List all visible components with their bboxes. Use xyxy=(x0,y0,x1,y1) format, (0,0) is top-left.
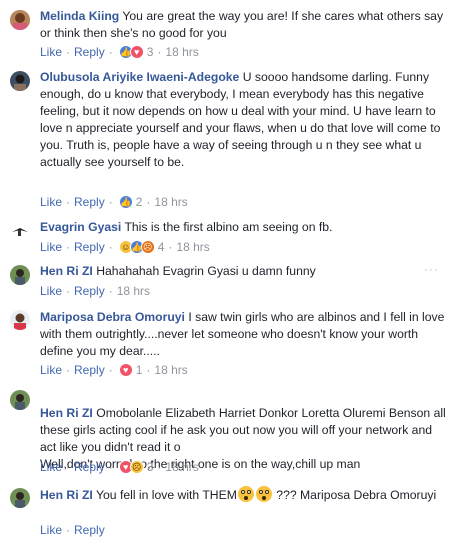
commenter-name[interactable]: Evagrin Gyasi xyxy=(40,220,121,234)
separator: · xyxy=(168,240,173,254)
reply-link[interactable]: Reply xyxy=(74,195,105,209)
commenter-name[interactable]: Hen Ri ZI xyxy=(40,488,93,502)
separator: · xyxy=(108,363,113,377)
separator: · xyxy=(146,195,151,209)
like-link[interactable]: Like xyxy=(40,45,62,59)
reaction-count: 3 xyxy=(146,460,154,474)
timestamp[interactable]: 18 hrs xyxy=(154,195,187,209)
commenter-name[interactable]: Hen Ri ZI xyxy=(40,406,93,420)
comment-text-continued: ??? Mariposa Debra Omoruyi xyxy=(272,488,437,502)
separator: · xyxy=(108,45,113,59)
separator: · xyxy=(108,460,113,474)
reply-link[interactable]: Reply xyxy=(74,460,105,474)
separator: · xyxy=(66,195,71,209)
reaction-count: 1 xyxy=(135,363,143,377)
separator: · xyxy=(157,460,162,474)
like-link[interactable]: Like xyxy=(40,460,62,474)
avatar[interactable] xyxy=(10,71,30,91)
reaction-count: 4 xyxy=(157,240,165,254)
separator: · xyxy=(146,363,151,377)
separator: · xyxy=(66,460,71,474)
separator: · xyxy=(66,45,71,59)
timestamp[interactable]: 18 hrs xyxy=(165,45,198,59)
comment-text: U soooo handsome darling. Funny enough, … xyxy=(40,70,441,169)
love-icon: ♥ xyxy=(129,45,144,59)
comment-text: You fell in love with THEM xyxy=(92,488,237,502)
reactions-summary[interactable]: ♥ ☹ 3 xyxy=(118,460,154,474)
reactions-summary[interactable]: ☺ 👍 ☹ 4 xyxy=(118,240,165,254)
avatar[interactable] xyxy=(10,310,30,330)
timestamp[interactable]: 18 hrs xyxy=(165,460,198,474)
comment-text: Hahahahah Evagrin Gyasi u damn funny xyxy=(92,264,316,278)
scream-emoji-icon xyxy=(237,486,254,502)
reply-link[interactable]: Reply xyxy=(74,45,105,59)
reactions-summary[interactable]: 👍 ♥ 3 xyxy=(118,45,154,59)
separator: · xyxy=(108,284,113,298)
avatar[interactable] xyxy=(10,265,30,285)
sad-icon: ☹ xyxy=(129,460,144,474)
separator: · xyxy=(66,523,71,537)
love-icon: ♥ xyxy=(118,363,133,377)
timestamp[interactable]: 18 hrs xyxy=(176,240,209,254)
avatar[interactable] xyxy=(10,390,30,410)
separator: · xyxy=(66,240,71,254)
avatar[interactable] xyxy=(10,10,30,30)
commenter-name[interactable]: Mariposa Debra Omoruyi xyxy=(40,310,185,324)
reactions-summary[interactable]: ♥ 1 xyxy=(118,363,143,377)
like-link[interactable]: Like xyxy=(40,523,62,537)
like-link[interactable]: Like xyxy=(40,240,62,254)
reply-link[interactable]: Reply xyxy=(74,284,105,298)
separator: · xyxy=(66,284,71,298)
separator: · xyxy=(108,195,113,209)
timestamp[interactable]: 18 hrs xyxy=(154,363,187,377)
commenter-name[interactable]: Hen Ri ZI xyxy=(40,264,93,278)
avatar[interactable] xyxy=(10,488,30,508)
reaction-count: 2 xyxy=(135,195,143,209)
scream-emoji-icon xyxy=(255,486,272,502)
reply-link[interactable]: Reply xyxy=(74,523,105,537)
comment-text: This is the first albino am seeing on fb… xyxy=(121,220,333,234)
reaction-count: 3 xyxy=(146,45,154,59)
more-options-icon[interactable]: ··· xyxy=(424,262,439,276)
timestamp[interactable]: 18 hrs xyxy=(117,284,150,298)
commenter-name[interactable]: Melinda Kiing xyxy=(40,9,119,23)
separator: · xyxy=(66,363,71,377)
like-icon: 👍 xyxy=(118,195,133,209)
reactions-summary[interactable]: 👍 2 xyxy=(118,195,143,209)
reply-link[interactable]: Reply xyxy=(74,240,105,254)
like-link[interactable]: Like xyxy=(40,195,62,209)
reply-link[interactable]: Reply xyxy=(74,363,105,377)
commenter-name[interactable]: Olubusola Ariyike Iwaeni-Adegoke xyxy=(40,70,239,84)
angry-icon: ☹ xyxy=(140,240,155,254)
separator: · xyxy=(108,240,113,254)
like-link[interactable]: Like xyxy=(40,363,62,377)
separator: · xyxy=(157,45,162,59)
avatar[interactable] xyxy=(10,220,30,240)
like-link[interactable]: Like xyxy=(40,284,62,298)
